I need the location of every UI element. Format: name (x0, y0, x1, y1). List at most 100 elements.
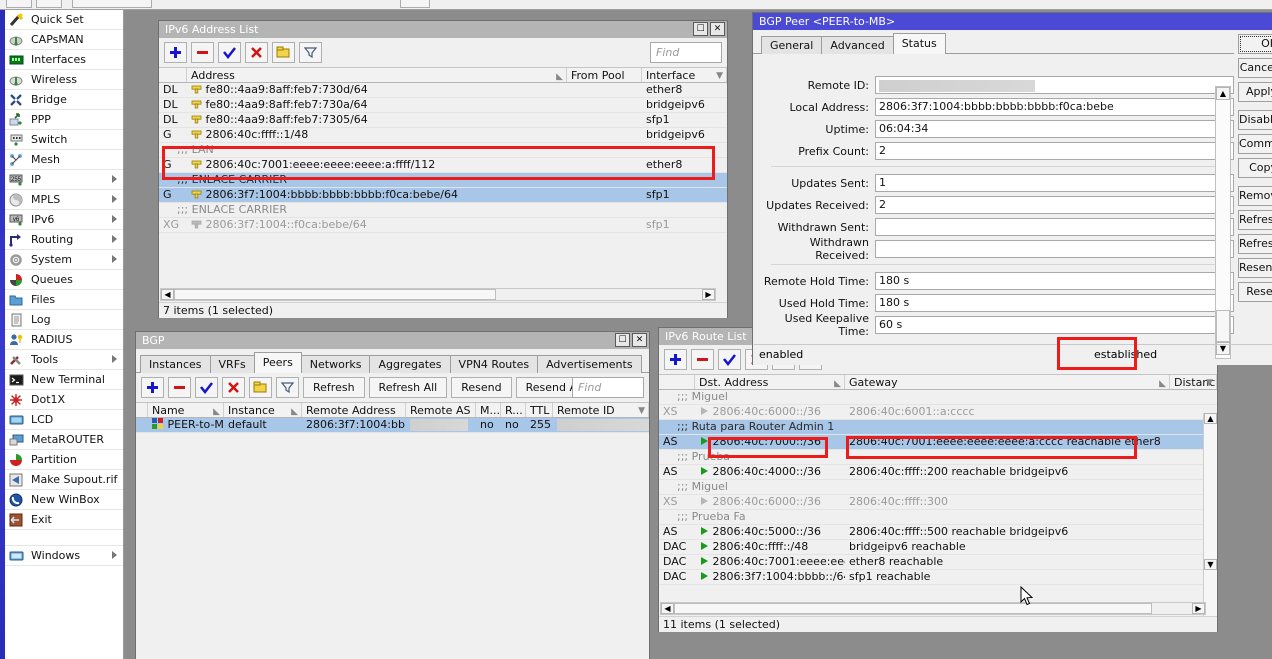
ipv6-address-list-window[interactable]: IPv6 Address List ☐ ✕ F (158, 20, 728, 318)
sidebar-item-interfaces[interactable]: Interfaces (5, 50, 123, 70)
enable-icon[interactable] (218, 42, 241, 63)
tab-advertisements[interactable]: Advertisements (537, 355, 641, 373)
tab-vpn4-routes[interactable]: VPN4 Routes (450, 355, 539, 373)
sidebar-item-dot1x[interactable]: Dot1X (5, 390, 123, 410)
sidebar-item-new-winbox[interactable]: New WinBox (5, 490, 123, 510)
tab-advanced[interactable]: Advanced (821, 36, 893, 54)
col-name[interactable]: Name ◣ (148, 403, 224, 417)
col-from-pool[interactable]: From Pool (567, 68, 642, 82)
sidebar-item-bridge[interactable]: Bridge (5, 90, 123, 110)
col-remote-address[interactable]: Remote Address (302, 403, 406, 417)
sidebar-item-make-supout-rif[interactable]: Make Supout.rif (5, 470, 123, 490)
sidebar-item-partition[interactable]: Partition (5, 450, 123, 470)
sidebar-item-mesh[interactable]: Mesh (5, 150, 123, 170)
sidebar-item-queues[interactable]: Queues (5, 270, 123, 290)
resend-button[interactable]: Resend (451, 377, 511, 398)
sidebar-item-system[interactable]: System (5, 250, 123, 270)
enable-icon[interactable] (195, 377, 218, 398)
toolbar-button-3[interactable] (72, 0, 152, 8)
remove-icon[interactable] (168, 377, 191, 398)
table-row[interactable]: AS 2806:40c:5000::/362806:40c:ffff::500 … (659, 525, 1217, 540)
field-value[interactable]: 60 s (875, 316, 1234, 334)
route-vertical-scrollbar[interactable]: ▲ ▼ (1203, 413, 1217, 631)
col-flags[interactable] (659, 375, 695, 389)
col-flags[interactable] (136, 403, 148, 417)
tab-status[interactable]: Status (893, 33, 946, 54)
field-value[interactable]: 2 (875, 196, 1234, 214)
bgp-window[interactable]: BGP ☐ ✕ InstancesVRFsPeersNetworksAggreg… (135, 331, 650, 659)
table-row[interactable]: DL fe80::4aa9:8aff:feb7:730a/64bridgeipv… (159, 98, 727, 113)
remove-icon[interactable] (191, 42, 214, 63)
disable-icon[interactable] (222, 377, 245, 398)
field-value[interactable] (875, 76, 1234, 94)
field-value[interactable]: 2 (875, 142, 1234, 160)
col-remote-as[interactable]: Remote AS (406, 403, 476, 417)
refresh-button[interactable]: Refresh (1238, 210, 1272, 230)
table-row[interactable]: DL fe80::4aa9:8aff:feb7:730d/64ether8 (159, 83, 727, 98)
sidebar-item-log[interactable]: Log (5, 310, 123, 330)
cancel-button[interactable]: Cancel (1238, 58, 1272, 78)
ipv6-address-list-titlebar[interactable]: IPv6 Address List ☐ ✕ (159, 21, 727, 38)
sidebar-item-ipv6[interactable]: v6IPv6 (5, 210, 123, 230)
sidebar-item-ip[interactable]: 255IP (5, 170, 123, 190)
table-row-comment[interactable]: ;;; Prueba (659, 450, 1217, 465)
remove-icon[interactable] (691, 349, 714, 370)
field-value[interactable]: 1 (875, 174, 1234, 192)
col-gateway[interactable]: Gateway ◣ (845, 375, 1170, 389)
scroll-down-arrow-icon[interactable]: ▼ (1204, 559, 1217, 570)
maximize-icon[interactable]: ☐ (693, 22, 708, 36)
bgp-peer-titlebar[interactable]: BGP Peer <PEER-to-MB> (753, 13, 1272, 30)
bgp-titlebar[interactable]: BGP ☐ ✕ (136, 332, 649, 349)
filter-icon[interactable] (299, 42, 322, 63)
sidebar-item-mpls[interactable]: MPLS (5, 190, 123, 210)
table-row[interactable]: G 2806:40c:7001:eeee:eeee:eeee:a:ffff/11… (159, 158, 727, 173)
horizontal-scrollbar[interactable]: ◀ ▶ (160, 288, 716, 301)
table-row[interactable]: DAC 2806:40c:7001:eeee:eee..ether8 reach… (659, 555, 1217, 570)
table-row[interactable]: DAC 2806:40c:ffff::/48bridgeipv6 reachab… (659, 540, 1217, 555)
toolbar-button-2[interactable] (36, 0, 62, 8)
col-interface[interactable]: Interface ▼ (642, 68, 727, 82)
table-row[interactable]: DAC 2806:3f7:1004:bbbb::/64sfp1 reachabl… (659, 570, 1217, 585)
toolbar-button-4[interactable] (400, 0, 430, 8)
add-icon[interactable] (664, 349, 687, 370)
tab-aggregates[interactable]: Aggregates (369, 355, 450, 373)
col-address[interactable]: Address ◣ (187, 68, 567, 82)
sidebar-item-exit[interactable]: Exit (5, 510, 123, 530)
copy-button[interactable]: Copy (1238, 158, 1272, 178)
ipv6-route-list-window[interactable]: IPv6 Route List Dst (658, 327, 1218, 632)
field-value[interactable]: 2806:3f7:1004:bbbb:bbbb:bbbb:f0ca:bebe (875, 98, 1234, 116)
filter-icon[interactable] (276, 377, 299, 398)
col-instance[interactable]: Instance ◣ (224, 403, 302, 417)
search-input[interactable]: Find (650, 42, 722, 63)
sidebar-item-lcd[interactable]: LCD (5, 410, 123, 430)
refresh-all-button[interactable]: Refresh All (369, 377, 448, 398)
col-m[interactable]: M... (476, 403, 501, 417)
table-row[interactable]: G 2806:3f7:1004:bbbb:bbbb:bbbb:f0ca:bebe… (159, 188, 727, 203)
col-ttl[interactable]: TTL (526, 403, 553, 417)
scroll-right-arrow-icon[interactable]: ▶ (702, 289, 715, 300)
field-value[interactable]: 180 s (875, 294, 1234, 312)
sidebar-item-windows[interactable]: Windows (5, 546, 123, 566)
table-row-comment[interactable]: ;;; Miguel (659, 480, 1217, 495)
col-flags[interactable] (159, 68, 187, 82)
tab-networks[interactable]: Networks (301, 355, 371, 373)
table-row[interactable]: XG 2806:3f7:1004::f0ca:bebe/64sfp1 (159, 218, 727, 233)
disable-icon[interactable] (245, 42, 268, 63)
sidebar-item-new-terminal[interactable]: New Terminal (5, 370, 123, 390)
add-icon[interactable] (164, 42, 187, 63)
sidebar-item-switch[interactable]: Switch (5, 130, 123, 150)
horizontal-scrollbar[interactable]: ◀ ▶ (660, 602, 1206, 615)
sidebar-item-tools[interactable]: Tools (5, 350, 123, 370)
comment-icon[interactable] (249, 377, 272, 398)
table-row[interactable]: AS 2806:40c:7000::/362806:40c:7001:eeee:… (659, 435, 1217, 450)
scroll-thumb[interactable] (174, 289, 496, 300)
table-row-comment[interactable]: ;;; ENLACE CARRIER (159, 203, 727, 218)
table-row[interactable]: AS 2806:40c:4000::/362806:40c:ffff::200 … (659, 465, 1217, 480)
disable-button[interactable]: Disable (1238, 110, 1272, 130)
refresh-all-button[interactable]: Refresh All (1238, 234, 1272, 254)
add-icon[interactable] (141, 377, 164, 398)
close-icon[interactable]: ✕ (632, 333, 647, 347)
apply-button[interactable]: Apply (1238, 82, 1272, 102)
col-distance[interactable]: Distance ▼ (1170, 375, 1217, 389)
sidebar-item-radius[interactable]: RADIUS (5, 330, 123, 350)
